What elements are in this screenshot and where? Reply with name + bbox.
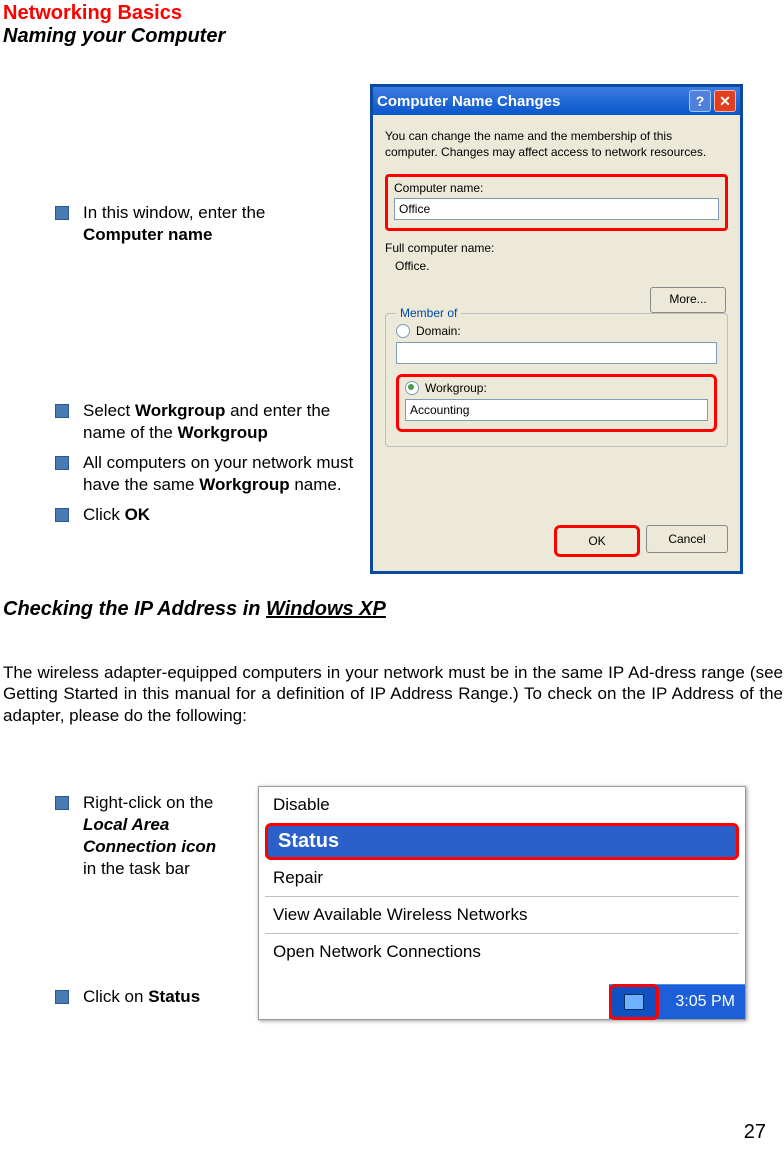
computer-name-label: Computer name: [394, 181, 719, 195]
bullet-icon [55, 404, 69, 418]
network-tray-icon-highlight [609, 984, 659, 1020]
computer-name-highlight: Computer name: [385, 174, 728, 231]
workgroup-input[interactable] [405, 399, 708, 421]
bullet-icon [55, 796, 69, 810]
system-tray: 3:05 PM [609, 984, 745, 1019]
instruction-1: In this window, enter the Computer name [55, 202, 355, 246]
domain-label: Domain: [416, 324, 461, 338]
instruction-2: Select Workgroup and enter the name of t… [55, 400, 365, 444]
domain-input [396, 342, 717, 364]
computer-name-dialog: Computer Name Changes ? ✕ You can change… [370, 84, 743, 574]
workgroup-radio[interactable] [405, 381, 419, 395]
instruction-4: Click OK [55, 504, 365, 526]
dialog-titlebar: Computer Name Changes ? ✕ [373, 87, 740, 115]
bullet-icon [55, 508, 69, 522]
instruction-status: Click on Status [55, 986, 255, 1008]
close-icon[interactable]: ✕ [714, 90, 736, 112]
computer-name-input[interactable] [394, 198, 719, 220]
more-button[interactable]: More... [650, 287, 726, 313]
member-of-title: Member of [396, 306, 461, 320]
menu-status[interactable]: Status [265, 823, 739, 860]
menu-repair[interactable]: Repair [259, 860, 745, 896]
page-subtitle: Naming your Computer [3, 25, 784, 48]
full-computer-name-label: Full computer name: [385, 241, 728, 255]
bullet-icon [55, 206, 69, 220]
clock-time: 3:05 PM [665, 993, 745, 1011]
cancel-button[interactable]: Cancel [646, 525, 728, 553]
domain-radio[interactable] [396, 324, 410, 338]
workgroup-highlight: Workgroup: [396, 374, 717, 432]
menu-open-connections[interactable]: Open Network Connections [259, 934, 745, 970]
help-icon[interactable]: ? [689, 90, 711, 112]
bullet-icon [55, 456, 69, 470]
page-title: Networking Basics [3, 2, 784, 25]
workgroup-label: Workgroup: [425, 381, 487, 395]
network-icon[interactable] [624, 994, 644, 1010]
context-menu: Disable Status Repair View Available Wir… [258, 786, 746, 1020]
instruction-3: All computers on your network must have … [55, 452, 365, 496]
menu-disable[interactable]: Disable [259, 787, 745, 823]
full-computer-name-value: Office. [395, 259, 728, 273]
bullet-icon [55, 990, 69, 1004]
dialog-description: You can change the name and the membersh… [385, 129, 728, 160]
menu-view-wireless[interactable]: View Available Wireless Networks [259, 897, 745, 933]
dialog-title-text: Computer Name Changes [377, 93, 560, 110]
instruction-rightclick: Right-click on the Local Area Connection… [55, 792, 250, 880]
member-of-group: Member of Domain: Workgroup: [385, 313, 728, 447]
section2-paragraph: The wireless adapter-equipped computers … [3, 662, 783, 726]
section2-title: Checking the IP Address in Windows XP [3, 598, 386, 621]
page-number: 27 [744, 1121, 766, 1144]
ok-button[interactable]: OK [554, 525, 640, 557]
